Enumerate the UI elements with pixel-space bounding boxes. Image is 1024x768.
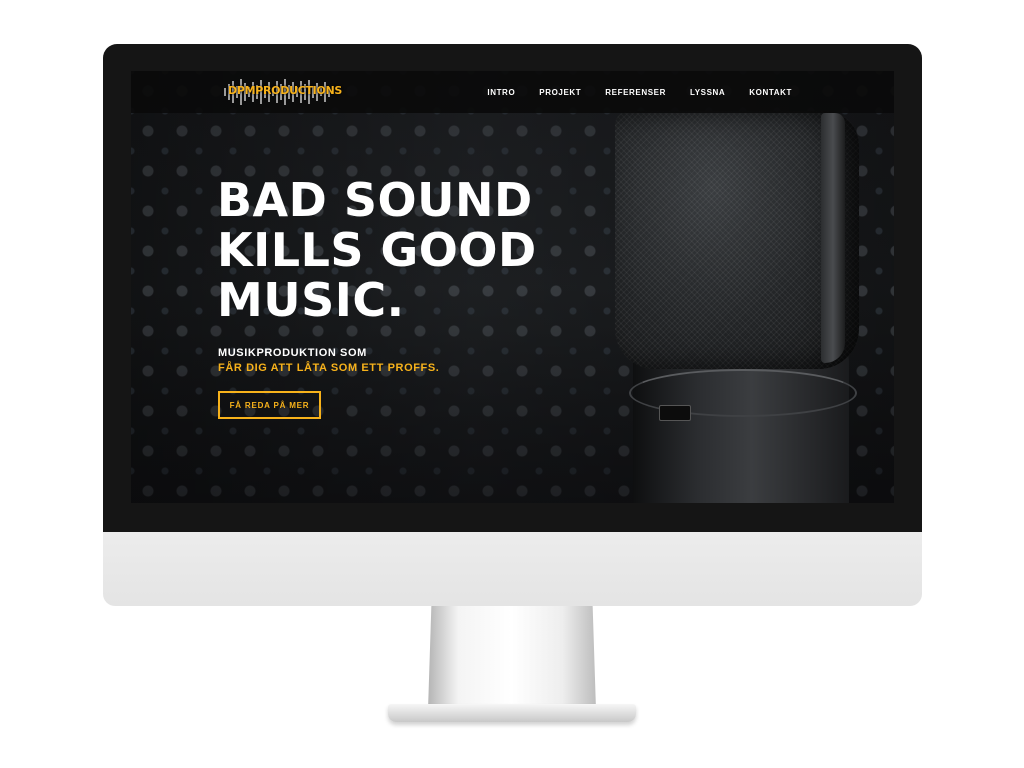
nav-item-referenser[interactable]: REFERENSER: [605, 88, 666, 97]
website-screen: DPMPRODUCTIONS INTRO PROJEKT REFERENSER …: [131, 71, 894, 503]
nav-item-projekt[interactable]: PROJEKT: [539, 88, 581, 97]
hero-title-line-3: MUSIC.: [217, 273, 405, 327]
logo-dpm: DPM: [228, 84, 256, 97]
hero-subtitle-line-1: MUSIKPRODUKTION SOM: [218, 347, 367, 359]
monitor-stand: [428, 606, 596, 710]
monitor-stand-base: [388, 704, 636, 722]
brand-logo[interactable]: DPMPRODUCTIONS: [224, 79, 342, 105]
main-menu: INTRO PROJEKT REFERENSER LYSSNA KONTAKT: [487, 71, 792, 113]
monitor-chin: [103, 532, 922, 606]
logo-productions: PRODUCTIONS: [255, 84, 343, 97]
nav-item-kontakt[interactable]: KONTAKT: [749, 88, 792, 97]
hero-title: BAD SOUND KILLS GOOD MUSIC.: [217, 175, 537, 325]
learn-more-button[interactable]: FÅ REDA PÅ MER: [218, 391, 321, 419]
hero-title-line-1: BAD SOUND: [217, 173, 533, 227]
hero-subtitle-line-2: FÅR DIG ATT LÅTA SOM ETT PROFFS.: [218, 362, 440, 374]
logo-text: DPMPRODUCTIONS: [228, 84, 342, 97]
hero-title-line-2: KILLS GOOD: [217, 223, 537, 277]
nav-item-lyssna[interactable]: LYSSNA: [690, 88, 725, 97]
microphone-icon: [615, 111, 865, 503]
nav-item-intro[interactable]: INTRO: [487, 88, 515, 97]
microphone-grille-edge: [821, 113, 845, 363]
microphone-switch: [659, 405, 691, 421]
top-navigation: DPMPRODUCTIONS INTRO PROJEKT REFERENSER …: [131, 71, 894, 113]
